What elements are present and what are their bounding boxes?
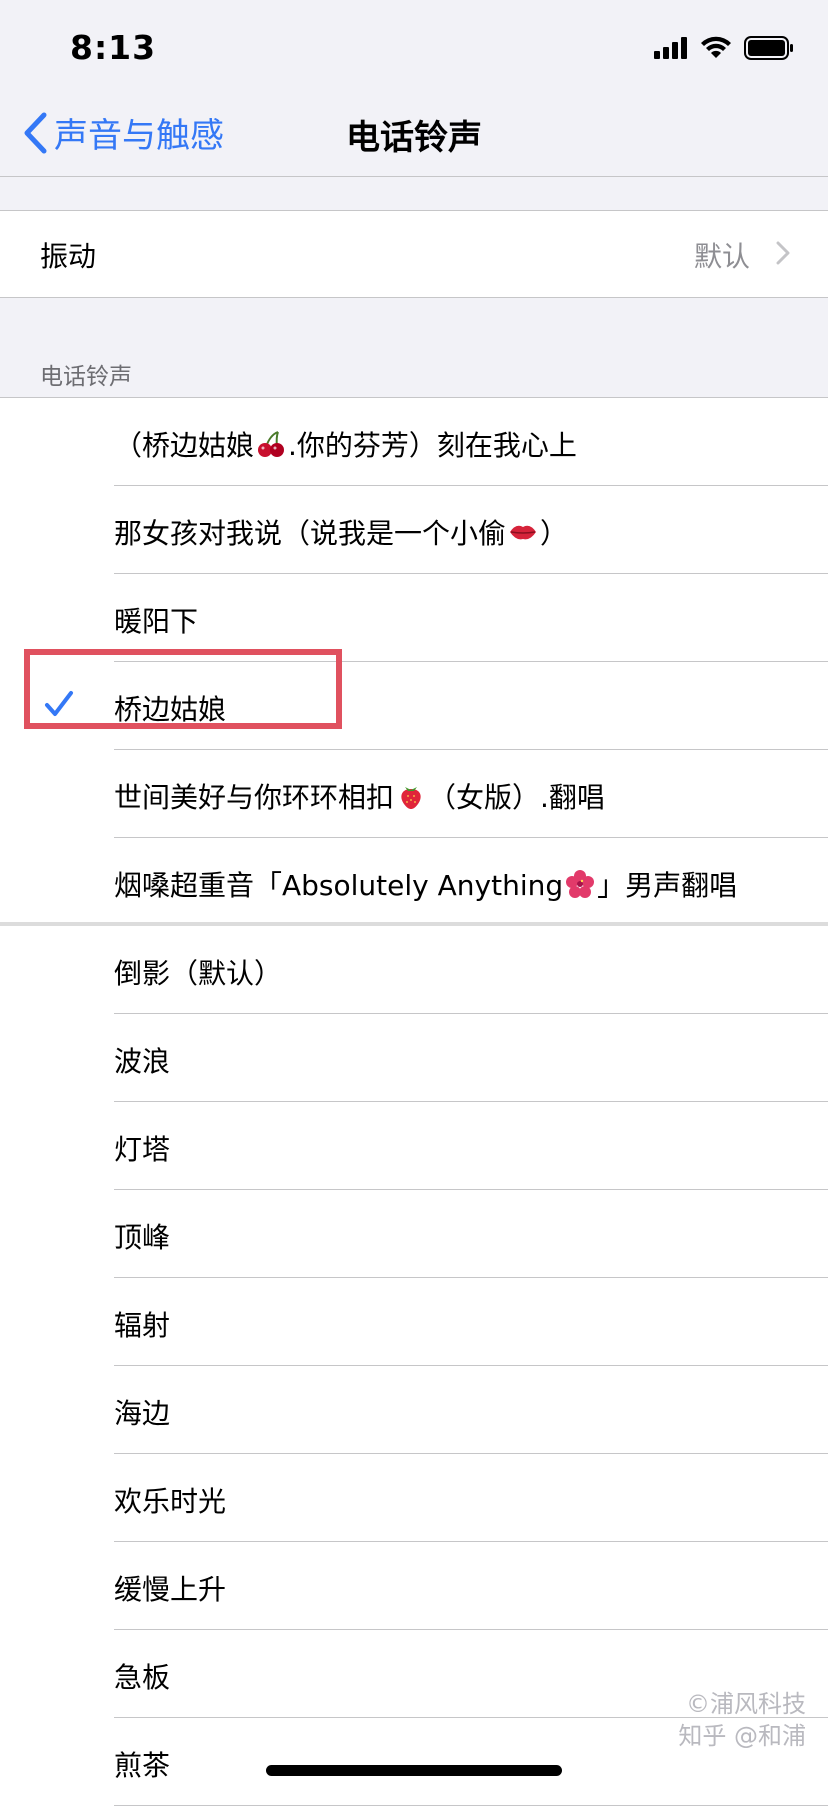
custom-ringtone-label-text: 那女孩对我说（说我是一个小偷 [114, 517, 507, 550]
ringtone-row[interactable]: 缓慢上升 [0, 1542, 828, 1630]
ringtone-label: 顶峰 [114, 1221, 171, 1254]
ringtone-label: 煎茶 [114, 1749, 171, 1782]
ringtone-label: 灯塔 [114, 1133, 171, 1166]
custom-ringtone-label-text: 暖阳下 [114, 605, 199, 638]
watermark: ©浦风科技 知乎 @和浦 [678, 1688, 806, 1752]
home-indicator [266, 1765, 562, 1776]
custom-ringtone-label-suffix: 」男声翻唱 [597, 869, 738, 902]
navigation-bar: 声音与触感 电话铃声 [0, 100, 828, 177]
status-icons [654, 36, 794, 60]
ringtone-row[interactable]: 灯塔 [0, 1102, 828, 1190]
custom-ringtones-group: （桥边姑娘 .你的芬芳）刻在我心上那女孩对我说（说我是一个小偷 ） 暖阳下桥边姑娘世间… [0, 397, 828, 926]
custom-ringtone-row[interactable]: （桥边姑娘 .你的芬芳）刻在我心上 [0, 398, 828, 486]
ringtone-label: 缓慢上升 [114, 1573, 227, 1606]
custom-ringtone-label-text: 烟嗓超重音「Absolutely Anything [114, 869, 564, 902]
hibiscus-emoji-icon [565, 869, 595, 899]
chevron-right-icon [776, 241, 790, 265]
custom-ringtone-row[interactable]: 暖阳下 [0, 574, 828, 662]
ringtone-row[interactable]: 海边 [0, 1366, 828, 1454]
watermark-line1: ©浦风科技 [686, 1690, 806, 1718]
status-bar: 8:13 [0, 0, 828, 100]
custom-ringtone-row[interactable]: 烟嗓超重音「Absolutely Anything 」男声翻唱 [0, 838, 828, 926]
ringtone-row[interactable]: 波浪 [0, 1014, 828, 1102]
ringtone-label: 辐射 [114, 1309, 171, 1342]
status-time: 8:13 [70, 28, 157, 67]
vibration-label: 振动 [40, 240, 97, 273]
battery-icon [744, 36, 793, 60]
strawberry-emoji-icon [396, 781, 426, 811]
custom-ringtone-label: 暖阳下 [114, 600, 198, 640]
wifi-icon [701, 36, 731, 58]
custom-ringtone-label-text: （桥边姑娘 [114, 429, 255, 462]
page-title: 电话铃声 [346, 118, 482, 158]
checkmark-icon [45, 691, 73, 716]
default-ringtones-group: 倒影（默认） 波浪灯塔顶峰辐射海边欢乐时光缓慢上升急板煎茶 [0, 926, 828, 1806]
ringtone-label: 倒影（默认） [114, 957, 283, 990]
ringtone-label: 波浪 [114, 1045, 171, 1078]
ringtone-label: 海边 [114, 1397, 171, 1430]
custom-ringtone-label: 烟嗓超重音「Absolutely Anything 」男声翻唱 [114, 864, 737, 904]
cellular-signal-icon [654, 37, 687, 59]
watermark-line2: 知乎 @和浦 [678, 1722, 806, 1750]
custom-ringtone-label: 世间美好与你环环相扣 （女版）.翻唱 [114, 776, 605, 816]
vibration-value: 默认 [693, 240, 750, 273]
cherry-emoji-icon [256, 429, 286, 459]
custom-ringtone-label-suffix: ） [540, 517, 569, 550]
custom-ringtone-label: 桥边姑娘 [114, 688, 226, 728]
ringtone-label: 急板 [114, 1661, 171, 1694]
custom-ringtone-label: （桥边姑娘 .你的芬芳）刻在我心上 [114, 424, 577, 464]
lips-emoji-icon [508, 517, 538, 547]
custom-ringtone-label-suffix: .你的芬芳）刻在我心上 [288, 429, 577, 462]
ringtone-row[interactable]: 倒影（默认） [0, 926, 828, 1014]
custom-ringtone-row[interactable]: 世间美好与你环环相扣 （女版）.翻唱 [0, 750, 828, 838]
section-header: 电话铃声 [40, 364, 132, 390]
custom-ringtone-row[interactable]: 那女孩对我说（说我是一个小偷 ） [0, 486, 828, 574]
custom-ringtone-row[interactable]: 桥边姑娘 [0, 662, 828, 750]
vibration-group: 振动 默认 [0, 210, 828, 298]
vibration-row[interactable]: 振动 默认 [0, 211, 828, 297]
ringtone-label: 欢乐时光 [114, 1485, 227, 1518]
custom-ringtone-label-text: 世间美好与你环环相扣 [114, 781, 395, 814]
custom-ringtone-label-suffix: （女版）.翻唱 [428, 781, 605, 814]
ringtone-row[interactable]: 顶峰 [0, 1190, 828, 1278]
ringtone-row[interactable]: 辐射 [0, 1278, 828, 1366]
ringtone-row[interactable]: 欢乐时光 [0, 1454, 828, 1542]
custom-ringtone-label-text: 桥边姑娘 [114, 693, 227, 726]
custom-ringtone-label: 那女孩对我说（说我是一个小偷 ） [114, 512, 568, 552]
